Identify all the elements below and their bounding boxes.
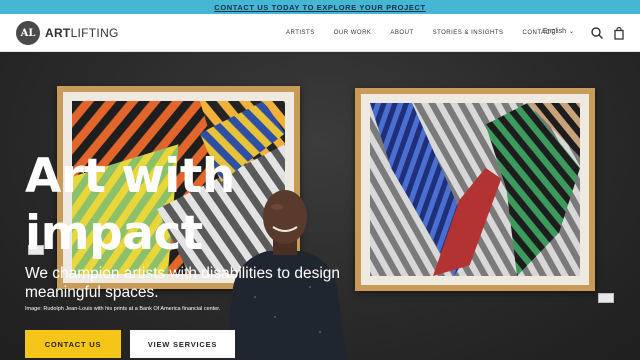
shopping-bag-icon[interactable] xyxy=(612,26,626,40)
main-nav: ARTISTS OUR WORK ABOUT STORIES & INSIGHT… xyxy=(286,14,574,52)
artwork-frame-right xyxy=(355,88,595,291)
logo[interactable]: AL ARTLIFTING xyxy=(16,21,119,45)
logo-text-bold: ART xyxy=(45,26,71,40)
hero-section: Art with impact xyxy=(0,52,640,360)
hero-headline-line2: impact xyxy=(25,206,203,261)
announcement-link[interactable]: CONTACT US TODAY TO EXPLORE YOUR PROJECT xyxy=(214,3,425,12)
nav-stories-insights[interactable]: STORIES & INSIGHTS xyxy=(433,30,504,36)
search-icon[interactable] xyxy=(590,26,604,40)
artwork-right xyxy=(370,103,580,276)
site-header: AL ARTLIFTING ARTISTS OUR WORK ABOUT STO… xyxy=(0,14,640,52)
nav-artists[interactable]: ARTISTS xyxy=(286,30,315,36)
wall-label xyxy=(598,293,614,303)
contact-us-button[interactable]: CONTACT US xyxy=(25,330,121,358)
view-services-label: VIEW SERVICES xyxy=(147,339,218,349)
image-caption: Image: Rudolph Jean-Louis with his print… xyxy=(25,306,221,312)
announcement-bar: CONTACT US TODAY TO EXPLORE YOUR PROJECT xyxy=(0,0,640,14)
hero-subheadline: We champion artists with disabilities to… xyxy=(25,265,341,301)
hero-headline: Art with impact xyxy=(25,148,235,262)
view-services-button[interactable]: VIEW SERVICES xyxy=(130,330,235,358)
logo-text: ARTLIFTING xyxy=(45,26,119,40)
logo-text-rest: LIFTING xyxy=(70,26,119,40)
chevron-down-icon: ⌄ xyxy=(568,29,574,35)
contact-us-label: CONTACT US xyxy=(44,339,102,349)
nav-our-work[interactable]: OUR WORK xyxy=(334,30,372,36)
language-selector[interactable]: English ⌄ xyxy=(543,28,574,35)
nav-about[interactable]: ABOUT xyxy=(390,30,413,36)
hero-headline-line1: Art with xyxy=(25,149,235,204)
logo-mark: AL xyxy=(16,21,40,45)
language-label: English xyxy=(543,28,566,35)
